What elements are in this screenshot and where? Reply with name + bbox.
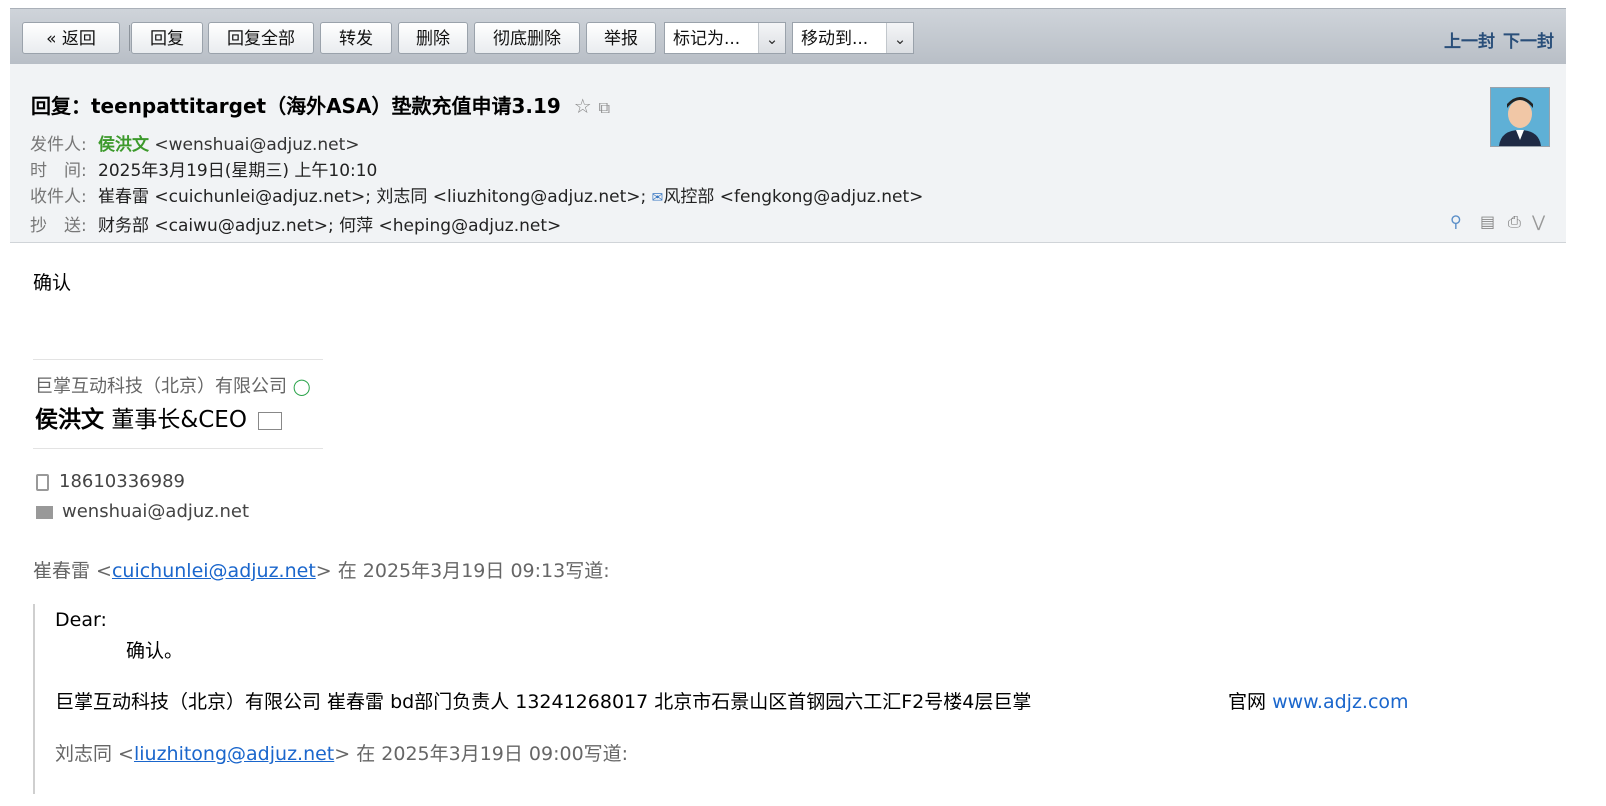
mail-toolbar: « 返回 回复 回复全部 转发 删除 彻底删除 举报 标记为... ⌄ 移动到.… (10, 8, 1566, 65)
signature-company-text: 巨掌互动科技（北京）有限公司 (35, 376, 287, 397)
signature-company: 巨掌互动科技（北京）有限公司 ◯ (35, 372, 311, 398)
contact-card-icon[interactable] (258, 411, 283, 430)
mail-subject: 回复：teenpattitarget（海外ASA）垫款充值申请3.19 ☆ ⧉ (31, 90, 610, 119)
delete-permanently-button[interactable]: 彻底删除 (474, 22, 580, 54)
mail-header: 回复：teenpattitarget（海外ASA）垫款充值申请3.19 ☆ ⧉ … (10, 64, 1566, 243)
to-recipients[interactable]: 崔春雷 <cuichunlei@adjuz.net>; 刘志同 <liuzhit… (98, 187, 646, 207)
signature-phone-row: 18610336989 (36, 471, 185, 492)
quote1-tail: > 在 2025年3月19日 09:13写道: (315, 560, 610, 582)
subject-text: 回复：teenpattitarget（海外ASA）垫款充值申请3.19 (31, 94, 561, 118)
signature-bottom-divider (33, 448, 323, 449)
reply-all-button[interactable]: 回复全部 (208, 22, 314, 54)
expand-icon[interactable]: ⋁ (1532, 212, 1545, 231)
signature-top-divider (33, 359, 323, 360)
quote-confirm: 确认。 (126, 640, 184, 662)
chevron-down-icon: ⌄ (886, 23, 913, 53)
signature-name: 侯洪文 (35, 407, 104, 433)
quote-header-2: 刘志同 <liuzhitong@adjuz.net> 在 2025年3月19日 … (55, 739, 628, 766)
forward-button[interactable]: 转发 (320, 22, 392, 54)
cc-row: 抄 送: 财务部 <caiwu@adjuz.net>; 何萍 <heping@ad… (30, 211, 561, 236)
from-row: 发件人: 侯洪文 <wenshuai@adjuz.net> (30, 130, 360, 155)
delete-button[interactable]: 删除 (398, 22, 468, 54)
group-icon: ✉ (651, 190, 664, 206)
quote-site-label: 官网 (1228, 691, 1267, 713)
toolbar-divider (129, 25, 130, 51)
back-button[interactable]: « 返回 (22, 22, 120, 54)
sender-address: <wenshuai@adjuz.net> (154, 135, 360, 155)
to-row: 收件人: 崔春雷 <cuichunlei@adjuz.net>; 刘志同 <liu… (30, 182, 923, 207)
signature-email: wenshuai@adjuz.net (62, 501, 250, 522)
time-value: 2025年3月19日(星期三) 上午10:10 (98, 161, 378, 181)
signature-email-row: wenshuai@adjuz.net (36, 501, 249, 522)
time-row: 时 间: 2025年3月19日(星期三) 上午10:10 (30, 156, 377, 181)
prev-mail-link[interactable]: 上一封 (1444, 27, 1495, 52)
print-icon[interactable]: ⎙ (1508, 212, 1521, 232)
quote1-name: 崔春雷 < (33, 560, 112, 582)
time-label: 时 间: (30, 161, 87, 181)
quote2-name: 刘志同 < (55, 743, 134, 765)
sender-name[interactable]: 侯洪文 (98, 135, 149, 155)
star-icon[interactable]: ☆ (574, 94, 592, 118)
reply-button[interactable]: 回复 (131, 22, 203, 54)
new-window-icon[interactable]: ⧉ (599, 98, 610, 117)
cc-label: 抄 送: (30, 216, 87, 236)
signature-name-row: 侯洪文 董事长&CEO (35, 400, 283, 434)
to-group-recipient[interactable]: 风控部 <fengkong@adjuz.net> (663, 187, 923, 207)
cc-recipients[interactable]: 财务部 <caiwu@adjuz.net>; 何萍 <heping@adjuz.… (98, 216, 561, 236)
quote-bar (33, 604, 35, 794)
move-to-label: 移动到... (801, 29, 869, 49)
quote2-tail: > 在 2025年3月19日 09:00写道: (334, 743, 629, 765)
quote-signature: 巨掌互动科技（北京）有限公司 崔春雷 bd部门负责人 13241268017 北… (55, 687, 1031, 714)
quote-header-1: 崔春雷 <cuichunlei@adjuz.net> 在 2025年3月19日 … (33, 556, 610, 583)
avatar[interactable] (1490, 87, 1550, 147)
signature-phone: 18610336989 (59, 471, 185, 492)
to-label: 收件人: (30, 187, 87, 207)
chat-icon[interactable]: ⚲ (1450, 212, 1462, 231)
reply-text: 确认 (33, 272, 72, 294)
quote2-email-link[interactable]: liuzhitong@adjuz.net (134, 743, 334, 765)
signature-title: 董事长&CEO (111, 407, 247, 433)
mark-as-select[interactable]: 标记为... ⌄ (664, 22, 786, 54)
mail-icon (36, 505, 53, 519)
chevron-down-icon: ⌄ (758, 23, 785, 53)
phone-icon (36, 473, 49, 491)
quote-site-row: 官网 www.adjz.com (1228, 687, 1409, 714)
quote1-email-link[interactable]: cuichunlei@adjuz.net (112, 560, 316, 582)
quote-site-link[interactable]: www.adjz.com (1272, 691, 1409, 713)
report-button[interactable]: 举报 (586, 22, 656, 54)
verified-shield-icon: ◯ (292, 377, 311, 396)
quote-dear: Dear: (55, 609, 107, 631)
next-mail-link[interactable]: 下一封 (1503, 27, 1554, 52)
quote-signature-text: 巨掌互动科技（北京）有限公司 崔春雷 bd部门负责人 13241268017 北… (55, 691, 1032, 713)
move-to-select[interactable]: 移动到... ⌄ (792, 22, 914, 54)
mark-as-label: 标记为... (673, 29, 741, 49)
from-label: 发件人: (30, 135, 87, 155)
note-icon[interactable]: ▤ (1480, 212, 1495, 231)
